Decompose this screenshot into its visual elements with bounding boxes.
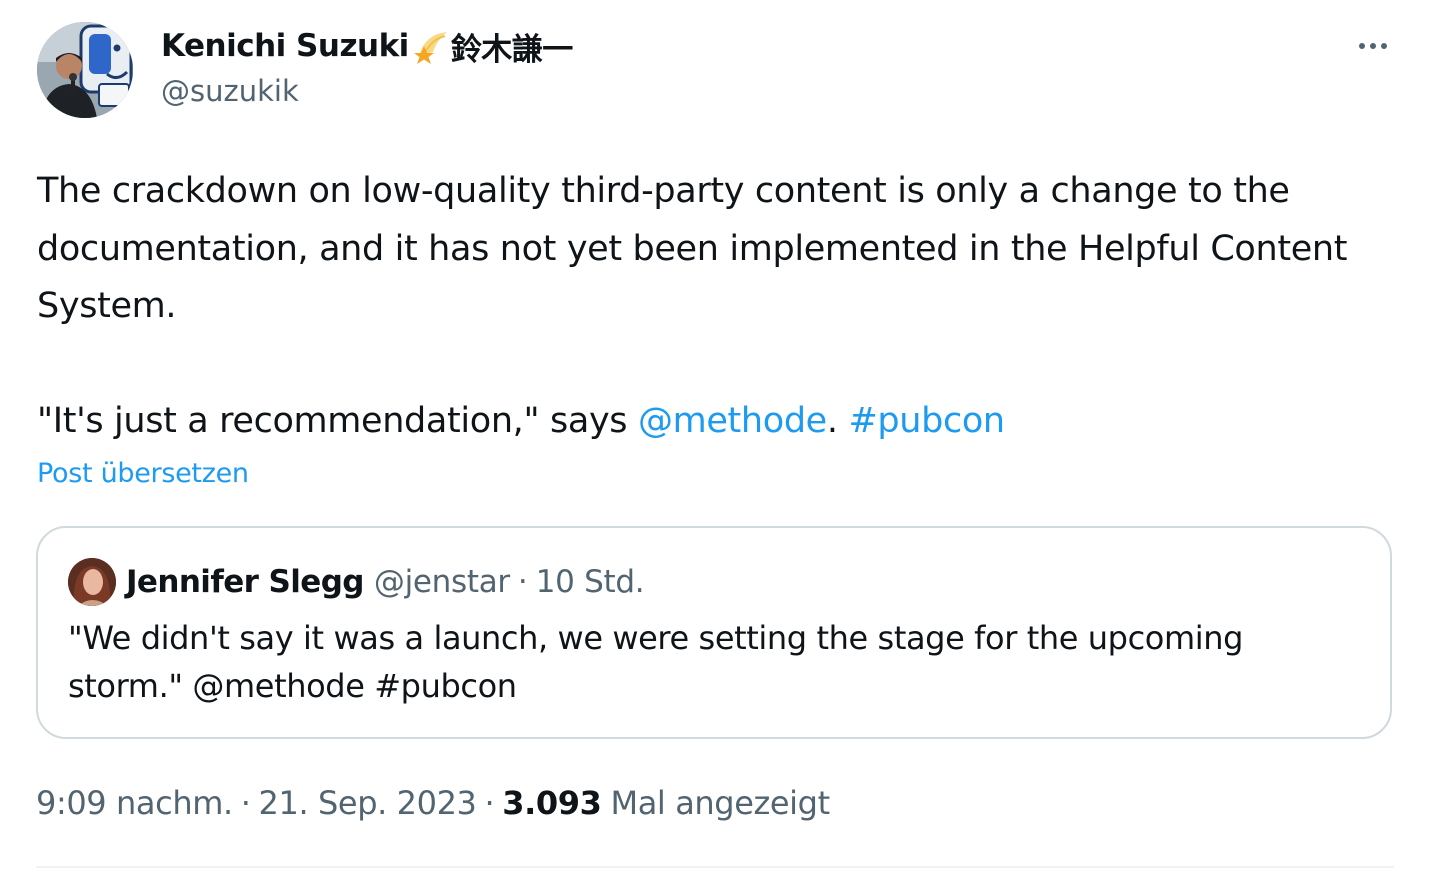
separator: · (240, 784, 251, 822)
more-dot-icon (1370, 43, 1376, 49)
quoted-author-name[interactable]: Jennifer Slegg (126, 564, 364, 600)
shooting-star-icon (413, 32, 447, 64)
avatar-image (68, 558, 116, 606)
post-time[interactable]: 9:09 nachm. (36, 784, 233, 822)
more-dot-icon (1381, 43, 1387, 49)
avatar-image (37, 22, 133, 118)
author-display-name[interactable]: Kenichi Suzuki (161, 28, 409, 64)
more-dot-icon (1359, 43, 1365, 49)
quoted-post-header: Jennifer Slegg @jenstar · 10 Std. (126, 560, 645, 604)
author-name-row[interactable]: Kenichi Suzuki 鈴木謙一 (161, 24, 573, 68)
tweet: Kenichi Suzuki 鈴木謙一 @suzukik The crackdo… (0, 0, 1431, 869)
views-count: 3.093 (502, 784, 602, 822)
translate-post-link[interactable]: Post übersetzen (37, 458, 249, 489)
quoted-post-card[interactable]: Jennifer Slegg @jenstar · 10 Std. "We di… (36, 526, 1392, 739)
separator: · (484, 784, 495, 822)
author-handle[interactable]: @suzukik (161, 74, 299, 108)
separator: · (517, 564, 528, 600)
post-date[interactable]: 21. Sep. 2023 (259, 784, 477, 822)
post-text: The crackdown on low-quality third-party… (37, 163, 1397, 451)
author-avatar[interactable] (37, 22, 133, 118)
quoted-author-handle[interactable]: @jenstar (374, 564, 510, 600)
quoted-post-text: "We didn't say it was a launch, we were … (68, 619, 1244, 705)
quoted-author-avatar[interactable] (68, 558, 116, 606)
quoted-post-time[interactable]: 10 Std. (536, 564, 645, 600)
divider (36, 866, 1394, 868)
mention-link[interactable]: @methode (638, 401, 827, 441)
post-meta: 9:09 nachm. · 21. Sep. 2023 · 3.093 Mal … (36, 780, 830, 826)
more-options-button[interactable] (1348, 26, 1398, 66)
after-mention-text: . (826, 401, 849, 441)
author-name-suffix: 鈴木謙一 (450, 31, 574, 68)
post-paragraph-quote: "It's just a recommendation," says @meth… (37, 393, 1397, 451)
views-label: Mal angezeigt (610, 784, 831, 822)
hashtag-link[interactable]: #pubcon (848, 401, 1005, 441)
quote-prefix: "It's just a recommendation," says (37, 401, 638, 441)
post-paragraph: The crackdown on low-quality third-party… (37, 171, 1348, 326)
